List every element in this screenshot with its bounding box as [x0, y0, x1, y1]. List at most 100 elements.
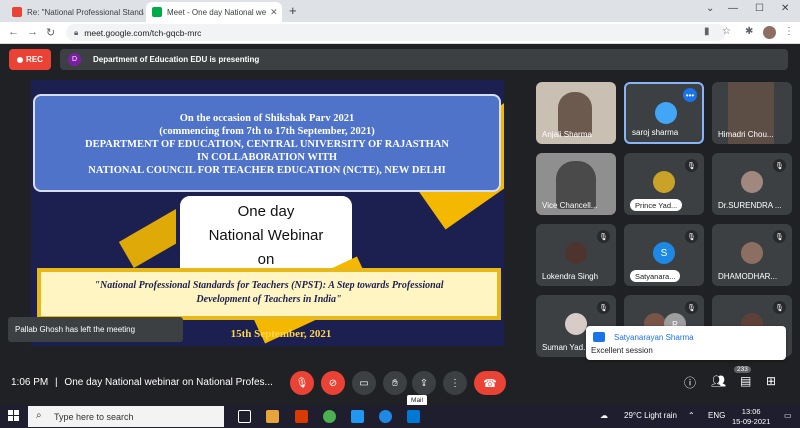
weather-icon[interactable]: ☁︎: [600, 411, 608, 420]
notification-message: Excellent session: [591, 346, 653, 355]
tab-title: Meet - One day National we: [167, 7, 267, 17]
slide-title-line: One day: [237, 203, 295, 220]
slide-header-box: On the occasion of Shikshak Parv 2021 (c…: [33, 94, 501, 192]
task-view-icon[interactable]: [238, 410, 251, 423]
present-button[interactable]: ⇪: [412, 371, 436, 395]
activities-icon[interactable]: ⊞: [766, 374, 776, 388]
raise-hand-button[interactable]: ✋︎: [383, 371, 407, 395]
mic-off-icon: 🎙︎: [295, 377, 309, 389]
forward-icon[interactable]: →: [27, 26, 38, 38]
minimize-icon[interactable]: —: [728, 3, 738, 14]
url-field[interactable]: 🔒︎ meet.google.com/tch-gqcb-mrc: [66, 24, 726, 41]
more-options-button[interactable]: ⋮: [443, 371, 467, 395]
file-explorer-icon[interactable]: [266, 410, 279, 423]
participant-name: DHAMODHAR...: [718, 272, 778, 281]
slide-line: On the occasion of Shikshak Parv 2021: [179, 113, 355, 124]
slide-line: NATIONAL COUNCIL FOR TEACHER EDUCATION (…: [88, 165, 446, 176]
participant-tile[interactable]: 🎙︎ S Satyanara...: [624, 224, 704, 286]
captions-button[interactable]: ▭: [352, 371, 376, 395]
avatar: [565, 242, 587, 264]
address-bar-row: ← → ↻ 🔒︎ meet.google.com/tch-gqcb-mrc ▮ …: [0, 22, 800, 44]
taskbar-search[interactable]: ⌕ Type here to search: [28, 406, 224, 427]
participant-name-pill: Satyanara...: [630, 270, 681, 282]
mic-off-icon: 🎙︎: [773, 230, 786, 243]
profile-avatar[interactable]: [763, 26, 776, 39]
browser-tab-strip: Re: "National Professional Standa ✕ Meet…: [0, 0, 800, 22]
more-options-icon[interactable]: •••: [683, 88, 697, 102]
language-indicator[interactable]: ENG: [708, 411, 725, 420]
mic-off-icon: 🎙︎: [597, 230, 610, 243]
system-clock[interactable]: 13:06 15-09-2021: [732, 407, 770, 427]
menu-icon[interactable]: ⋮: [784, 26, 794, 37]
close-window-icon[interactable]: ✕: [781, 3, 789, 14]
camera-icon[interactable]: ▮: [704, 26, 710, 37]
mic-off-icon: 🎙︎: [773, 159, 786, 172]
participant-name: saroj sharma: [632, 128, 679, 137]
mic-toggle-button[interactable]: 🎙︎: [290, 371, 314, 395]
chrome-icon[interactable]: [323, 410, 336, 423]
slide-date: 15th September, 2021: [230, 328, 332, 340]
meeting-info: 1:06 PM | One day National webinar on Na…: [11, 377, 273, 388]
tab-search-icon[interactable]: ⌄: [706, 3, 714, 14]
avatar: S: [653, 242, 675, 264]
mic-off-icon: 🎙︎: [597, 301, 610, 314]
new-tab-button[interactable]: +: [289, 3, 297, 18]
back-icon[interactable]: ←: [8, 26, 19, 38]
maximize-icon[interactable]: ☐: [755, 3, 764, 14]
camera-toggle-button[interactable]: ⊘: [321, 371, 345, 395]
notification-center-icon[interactable]: ▭: [784, 411, 792, 420]
windows-start-icon[interactable]: [8, 410, 20, 422]
tab-gmail[interactable]: Re: "National Professional Standa ✕: [6, 2, 144, 22]
chat-icon: [593, 332, 605, 342]
participant-tile[interactable]: ••• saroj sharma: [624, 82, 704, 144]
rec-label: REC: [26, 55, 43, 64]
clock-time: 13:06: [741, 407, 761, 416]
phone-hangup-icon: ☎︎: [483, 377, 497, 390]
extensions-icon[interactable]: ✱: [745, 26, 753, 37]
presenting-banner: D Department of Education EDU is present…: [60, 49, 788, 70]
participant-tile[interactable]: 🎙︎ Dr.SURENDRA ...: [712, 153, 792, 215]
info-icon[interactable]: ⓘ: [684, 374, 696, 391]
url-text: meet.google.com/tch-gqcb-mrc: [84, 27, 202, 38]
tab-title: Re: "National Professional Standa: [27, 7, 144, 17]
chat-notification[interactable]: Satyanarayan Sharma Excellent session: [586, 326, 786, 360]
avatar: [741, 171, 763, 193]
search-icon: ⌕: [36, 410, 42, 421]
store-icon[interactable]: [351, 410, 364, 423]
participant-tile[interactable]: 🎙︎ Lokendra Singh: [536, 224, 616, 286]
mail-icon[interactable]: [407, 410, 420, 423]
participant-name: Vice Chancell...: [542, 201, 598, 210]
office-icon[interactable]: [295, 410, 308, 423]
mic-off-icon: 🎙︎: [685, 230, 698, 243]
avatar: [655, 102, 677, 124]
slide-line: IN COLLABORATION WITH: [196, 152, 338, 163]
reload-icon[interactable]: ↻: [46, 26, 55, 39]
tray-chevron-icon[interactable]: ⌃: [688, 411, 695, 420]
participant-tile[interactable]: 🎙︎ Prince Yad...: [624, 153, 704, 215]
participant-tile[interactable]: Himadri Chou...: [712, 82, 792, 144]
search-placeholder: Type here to search: [54, 411, 134, 422]
clock-date: 15-09-2021: [732, 417, 771, 426]
lock-icon: 🔒︎: [74, 27, 79, 37]
slide-line: (commencing from 7th to 17th September, …: [159, 126, 375, 137]
mic-off-icon: 🎙︎: [685, 159, 698, 172]
participant-tile[interactable]: Anjali Sharma: [536, 82, 616, 144]
separator: |: [55, 377, 58, 388]
notification-sender: Satyanarayan Sharma: [614, 333, 694, 342]
tab-meet[interactable]: Meet - One day National we ✕: [146, 2, 282, 22]
participant-name: Dr.SURENDRA ...: [718, 201, 782, 210]
participant-name: Himadri Chou...: [718, 130, 774, 139]
slide-topic-line: Development of Teachers in India": [196, 294, 342, 305]
bookmark-star-icon[interactable]: ☆: [722, 26, 731, 37]
chat-icon[interactable]: ▤: [740, 374, 751, 388]
people-icon[interactable]: 👥︎: [711, 374, 726, 388]
weather-text[interactable]: 29°C Light rain: [624, 411, 677, 420]
more-vert-icon: ⋮: [450, 377, 460, 389]
captions-icon: ▭: [359, 377, 369, 389]
participant-tile[interactable]: 🎙︎ DHAMODHAR...: [712, 224, 792, 286]
participant-tile[interactable]: Vice Chancell...: [536, 153, 616, 215]
participant-count-badge: 233: [734, 366, 751, 373]
end-call-button[interactable]: ☎︎: [474, 371, 506, 395]
close-icon[interactable]: ✕: [266, 7, 278, 18]
edge-icon[interactable]: [379, 410, 392, 423]
